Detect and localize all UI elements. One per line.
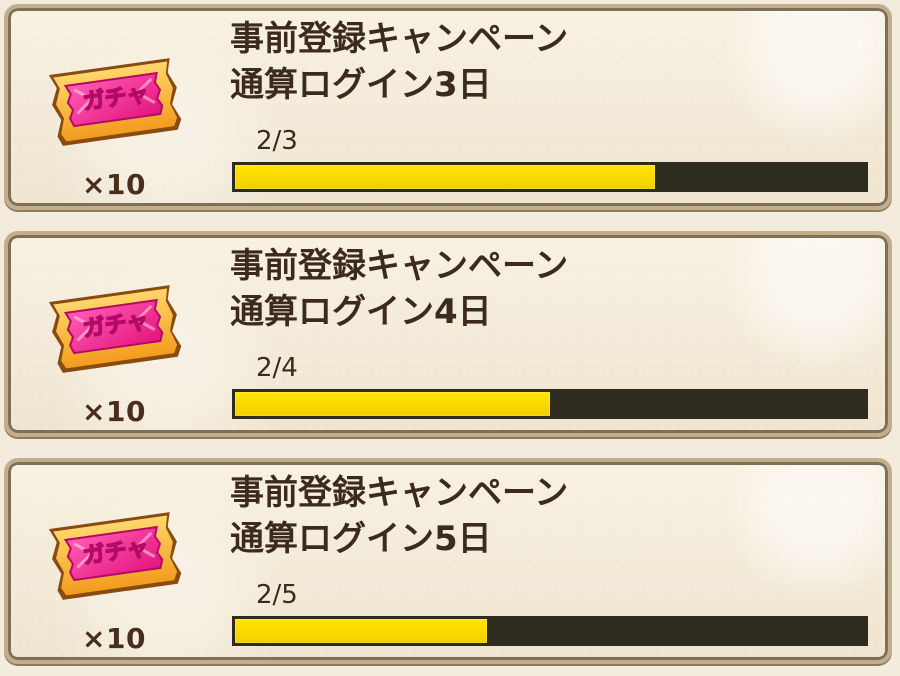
mission-content: 事前登録キャンペーン 通算ログイン4日 2/4 (230, 243, 870, 433)
mission-title-line1: 事前登録キャンペーン (230, 473, 569, 513)
mission-title-line1: 事前登録キャンペーン (230, 246, 569, 286)
gacha-ticket-icon: ガチャ (48, 58, 182, 146)
mission-card[interactable]: ガチャ ×10 事前登録キャンペーン 通算ログイン4日 2/4 (4, 231, 892, 437)
reward-panel: ガチャ ×10 (24, 253, 204, 431)
progress-count: 2/3 (256, 126, 298, 156)
mission-title-line2: 通算ログイン4日 (230, 292, 492, 332)
progress-count: 2/5 (256, 580, 298, 610)
mission-title-line2: 通算ログイン5日 (230, 519, 492, 559)
mission-content: 事前登録キャンペーン 通算ログイン5日 2/5 (230, 470, 870, 660)
mission-title-line1: 事前登録キャンペーン (230, 19, 569, 59)
reward-quantity: ×10 (82, 622, 146, 655)
progress-fill (235, 392, 550, 416)
reward-panel: ガチャ ×10 (24, 26, 204, 204)
progress-fill (235, 165, 656, 189)
progress-bar (232, 616, 868, 646)
gacha-ticket-icon: ガチャ (48, 512, 182, 600)
reward-quantity: ×10 (82, 395, 146, 428)
reward-panel: ガチャ ×10 (24, 480, 204, 658)
gacha-ticket-icon: ガチャ (48, 285, 182, 373)
mission-card[interactable]: ガチャ ×10 事前登録キャンペーン 通算ログイン5日 2/5 (4, 458, 892, 664)
progress-count: 2/4 (256, 353, 298, 383)
progress-fill (235, 619, 487, 643)
mission-title-line2: 通算ログイン3日 (230, 65, 492, 105)
mission-card[interactable]: ガチャ ×10 事前登録キャンペーン 通算ログイン3日 2/3 (4, 4, 892, 210)
reward-quantity: ×10 (82, 168, 146, 201)
mission-list: ガチャ ×10 事前登録キャンペーン 通算ログイン3日 2/3 ガチャ ×10 … (0, 0, 900, 676)
progress-bar (232, 162, 868, 192)
progress-bar (232, 389, 868, 419)
mission-content: 事前登録キャンペーン 通算ログイン3日 2/3 (230, 16, 870, 206)
